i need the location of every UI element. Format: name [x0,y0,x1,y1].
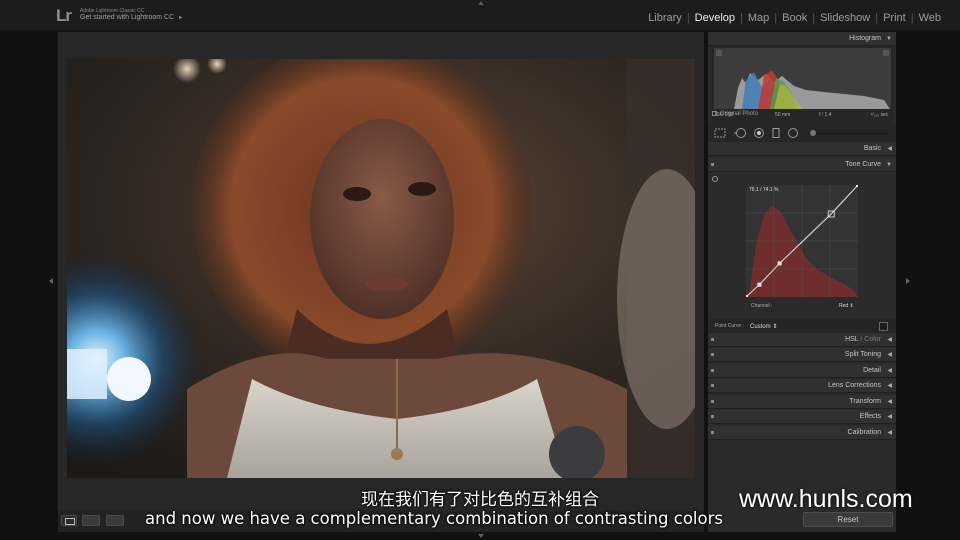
left-panel-toggle-icon[interactable] [49,278,53,284]
curve-point[interactable] [777,261,782,266]
expand-icon: ◀ [887,368,892,374]
expand-icon: ◀ [887,383,892,389]
focal-length: 50 mm [775,112,791,118]
module-web[interactable]: Web [914,12,946,24]
panel-switch-icon[interactable] [711,369,714,372]
lens-corrections-title: Lens Corrections [828,382,881,389]
panel-switch-icon[interactable] [711,384,714,387]
module-picker: Library | Develop | Map | Book | Slidesh… [643,12,946,24]
effects-title: Effects [859,413,881,420]
transform-title: Transform [849,398,881,405]
tone-curve-panel: 76.1 / 74.1 % Channel : Red ⇕ Point Curv… [708,173,896,334]
radial-filter-icon[interactable] [788,128,798,138]
histogram-title: Histogram [849,35,881,42]
graduated-filter-icon[interactable] [772,128,780,138]
expand-icon: ◀ [887,399,892,405]
effects-header[interactable]: Effects ◀ [708,410,896,424]
expand-icon: ◀ [887,352,892,358]
tone-curve-title: Tone Curve [845,161,881,168]
panel-switch-icon[interactable] [711,338,714,341]
before-after-swap-button[interactable] [106,515,124,526]
original-photo-label: Original Photo [720,111,759,118]
module-print[interactable]: Print [878,12,911,24]
curve-point[interactable] [757,282,762,287]
photo-preview[interactable] [67,59,695,478]
tone-curve-graph[interactable] [746,185,858,297]
calibration-title: Calibration [847,429,881,436]
watermark: www.hunls.com [739,485,913,513]
panel-switch-icon[interactable] [711,353,714,356]
detail-title: Detail [863,367,881,374]
top-panel-toggle-icon[interactable] [478,1,484,5]
expand-icon: ◀ [887,430,892,436]
portrait-photo [67,59,695,478]
spot-removal-icon[interactable] [734,128,748,138]
loupe-view-button[interactable] [61,515,77,526]
checkbox-icon [712,111,717,116]
expand-icon: ◀ [887,146,892,152]
point-curve-select[interactable]: Custom ⇕ [750,323,777,330]
brush-slider[interactable] [808,132,888,135]
lightroom-logo: Lr [56,6,72,25]
hsl-color-header[interactable]: HSL / Color ◀ [708,333,896,347]
histogram-header[interactable]: Histogram ▼ [708,32,896,46]
lens-corrections-header[interactable]: Lens Corrections ◀ [708,379,896,393]
basic-title: Basic [863,145,881,152]
edit-point-curve-icon[interactable] [879,322,888,331]
histogram-graph[interactable] [714,48,891,109]
reset-button[interactable]: Reset [803,512,893,527]
hsl-title: HSL [845,336,859,343]
filmstrip-toggle-icon[interactable] [478,534,484,538]
detail-header[interactable]: Detail ◀ [708,364,896,378]
split-toning-title: Split Toning [844,351,881,358]
panel-switch-icon[interactable] [711,400,714,403]
panel-switch-icon[interactable] [711,431,714,434]
panel-switch-icon[interactable] [711,415,714,418]
play-icon: ▸ [179,15,183,21]
image-workspace[interactable] [58,32,704,510]
shutter-speed: ¹⁄₁₂₅ sec [871,112,889,118]
collapse-icon: ▼ [886,162,892,168]
aperture-value: f / 1.4 [819,112,832,118]
get-started-label: Get started with Lightroom CC [80,14,175,21]
module-book[interactable]: Book [777,12,812,24]
channel-select[interactable]: Red ⇕ [839,303,854,309]
collapse-icon: ▼ [886,36,892,42]
point-curve-label: Point Curve : [715,323,744,329]
expand-icon: ◀ [887,414,892,420]
before-after-button[interactable] [82,515,100,526]
original-photo-checkbox[interactable]: Original Photo [712,111,758,117]
curve-point[interactable] [856,185,858,188]
tool-strip [708,124,896,142]
top-bar: Lr Adobe Lightroom Classic CC Get starte… [0,0,960,30]
module-map[interactable]: Map [743,12,774,24]
right-panel: Histogram ▼ ISO 250 50 mm f / 1.4 ¹⁄₁₂₅ … [708,32,896,532]
target-adjust-icon[interactable] [712,176,718,182]
crop-tool-icon[interactable] [714,128,726,138]
subtitle-english: and now we have a complementary combinat… [145,509,723,528]
module-slideshow[interactable]: Slideshow [815,12,875,24]
color-title: / Color [858,336,881,343]
curve-point[interactable] [746,295,749,297]
calibration-header[interactable]: Calibration ◀ [708,426,896,440]
tone-curve-header[interactable]: Tone Curve ▼ [708,158,896,172]
module-develop[interactable]: Develop [690,12,740,24]
get-started-link[interactable]: Get started with Lightroom CC ▸ [80,14,182,21]
panel-switch-icon[interactable] [711,163,714,166]
basic-header[interactable]: Basic ◀ [708,142,896,156]
split-toning-header[interactable]: Split Toning ◀ [708,348,896,362]
point-curve-row: Point Curve : Custom ⇕ [708,319,896,334]
histogram-svg [716,50,890,109]
expand-icon: ◀ [887,337,892,343]
brush-slider-thumb[interactable] [810,130,816,136]
transform-header[interactable]: Transform ◀ [708,395,896,409]
module-library[interactable]: Library [643,12,687,24]
curve-readout: 76.1 / 74.1 % [749,187,779,193]
right-panel-toggle-icon[interactable] [906,278,910,284]
channel-label: Channel : [751,303,773,309]
red-eye-icon[interactable] [754,128,764,138]
